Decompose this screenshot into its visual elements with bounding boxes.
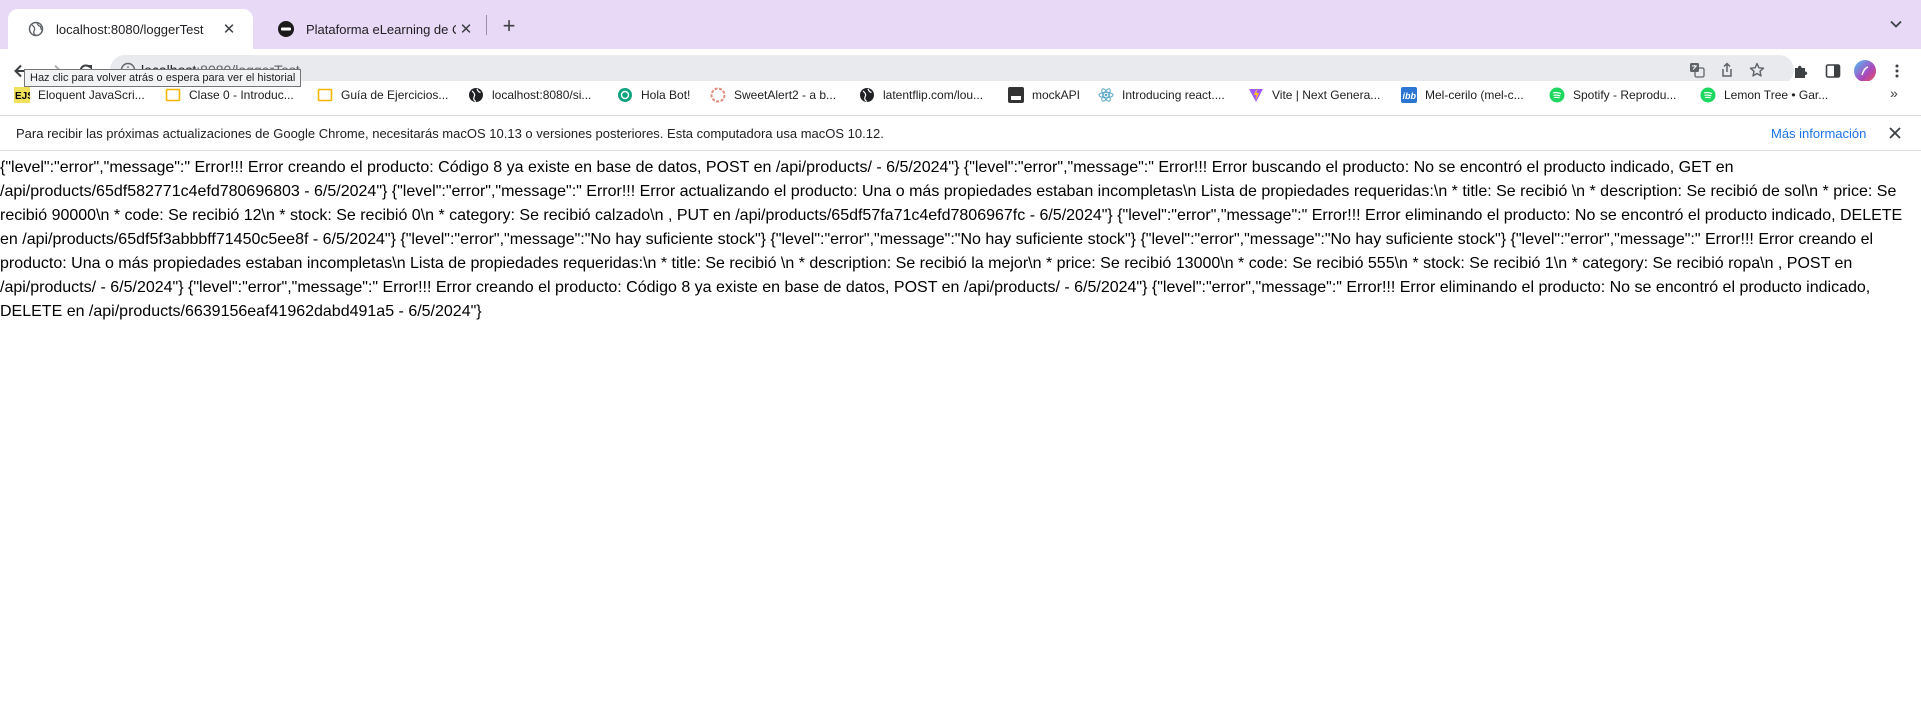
bookmark-label: Vite | Next Genera... xyxy=(1272,88,1381,102)
bookmarks-overflow-button[interactable]: » xyxy=(1890,85,1898,101)
bookmark-label: Introducing react.... xyxy=(1122,88,1225,102)
bookmark-item[interactable]: Guía de Ejercicios... xyxy=(317,85,448,105)
avatar xyxy=(1854,60,1876,82)
bookmark-label: Spotify - Reprodu... xyxy=(1573,88,1677,102)
bookmark-item[interactable]: ibb Mel-cerilo (mel-c... xyxy=(1401,85,1524,105)
ejs-icon: EJS xyxy=(14,87,30,103)
bookmark-label: Clase 0 - Introduc... xyxy=(189,88,294,102)
translate-button[interactable] xyxy=(1688,61,1706,79)
tab-title: Plataforma eLearning de Coder xyxy=(306,21,456,37)
bookmark-label: mockAPI xyxy=(1032,88,1081,102)
mockapi-icon xyxy=(1008,87,1024,103)
openai-icon xyxy=(617,87,633,103)
puzzle-icon xyxy=(1795,65,1808,78)
side-panel-icon xyxy=(1825,64,1841,78)
spotify-icon xyxy=(1549,87,1565,103)
infobar-close-button[interactable] xyxy=(1886,124,1904,142)
tab-coder-elearning[interactable]: Plataforma eLearning de Coder ✕ xyxy=(258,9,490,49)
back-button-tooltip: Haz clic para volver atrás o espera para… xyxy=(24,69,302,87)
globe-icon xyxy=(859,87,875,103)
bookmark-item[interactable]: Lemon Tree • Gar... xyxy=(1700,85,1828,105)
bookmark-item[interactable]: localhost:8080/si... xyxy=(468,85,591,105)
bookmark-star-button[interactable] xyxy=(1748,61,1766,79)
svg-text:EJS: EJS xyxy=(15,91,30,102)
translate-icon xyxy=(1690,63,1705,78)
ibb-icon: ibb xyxy=(1401,87,1417,103)
bookmark-label: Guía de Ejercicios... xyxy=(341,88,449,102)
page-body-text: {"level":"error","message":" Error!!! Er… xyxy=(0,159,1903,320)
update-infobar: Para recibir las próximas actualizacione… xyxy=(0,115,1921,151)
tab-logger-test[interactable]: localhost:8080/loggerTest ✕ xyxy=(8,9,253,49)
tab-close-icon[interactable]: ✕ xyxy=(456,19,476,39)
share-button[interactable] xyxy=(1718,61,1736,79)
bookmark-item[interactable]: mockAPI xyxy=(1008,85,1080,105)
bookmark-label: Mel-cerilo (mel-c... xyxy=(1425,88,1524,102)
star-icon xyxy=(1749,62,1765,77)
sweetalert-icon xyxy=(710,87,726,103)
tab-close-icon[interactable]: ✕ xyxy=(219,19,239,39)
bookmark-item[interactable]: Clase 0 - Introduc... xyxy=(165,85,294,105)
bookmark-item[interactable]: Vite | Next Genera... xyxy=(1248,85,1380,105)
close-icon xyxy=(1889,127,1901,139)
bookmark-item[interactable]: Introducing react.... xyxy=(1098,85,1225,105)
tab-search-button[interactable] xyxy=(1884,12,1908,36)
bookmark-label: localhost:8080/si... xyxy=(492,88,592,102)
tab-title: localhost:8080/loggerTest xyxy=(56,21,204,37)
spotify-icon xyxy=(1700,87,1716,103)
share-icon xyxy=(1722,62,1732,77)
infobar-message: Para recibir las próximas actualizacione… xyxy=(16,126,884,141)
bookmark-item[interactable]: EJS Eloquent JavaScri... xyxy=(14,85,145,105)
bookmark-item[interactable]: latentflip.com/lou... xyxy=(859,85,983,105)
bookmark-item[interactable]: SweetAlert2 - a b... xyxy=(710,85,836,105)
folder-icon xyxy=(317,87,333,103)
bookmark-label: Hola Bot! xyxy=(641,88,691,102)
bookmark-label: SweetAlert2 - a b... xyxy=(734,88,837,102)
more-info-link[interactable]: Más información xyxy=(1771,126,1866,141)
bookmark-item[interactable]: Hola Bot! xyxy=(617,85,690,105)
tab-separator xyxy=(486,15,487,35)
svg-text:ibb: ibb xyxy=(1403,91,1417,101)
bookmark-item[interactable]: Spotify - Reprodu... xyxy=(1549,85,1676,105)
globe-icon xyxy=(28,21,44,37)
folder-icon xyxy=(165,87,181,103)
globe-icon xyxy=(468,87,484,103)
more-vert-icon xyxy=(1895,64,1899,78)
new-tab-button[interactable]: + xyxy=(494,11,524,41)
tab-strip: localhost:8080/loggerTest ✕ Plataforma e… xyxy=(0,0,1921,49)
vite-icon xyxy=(1248,87,1264,103)
chevron-down-icon xyxy=(1890,20,1902,28)
react-icon xyxy=(1098,87,1114,103)
bookmark-label: Lemon Tree • Gar... xyxy=(1724,88,1829,102)
bookmark-label: Eloquent JavaScri... xyxy=(38,88,145,102)
bookmark-label: latentflip.com/lou... xyxy=(883,88,984,102)
coderhouse-icon xyxy=(278,21,294,37)
